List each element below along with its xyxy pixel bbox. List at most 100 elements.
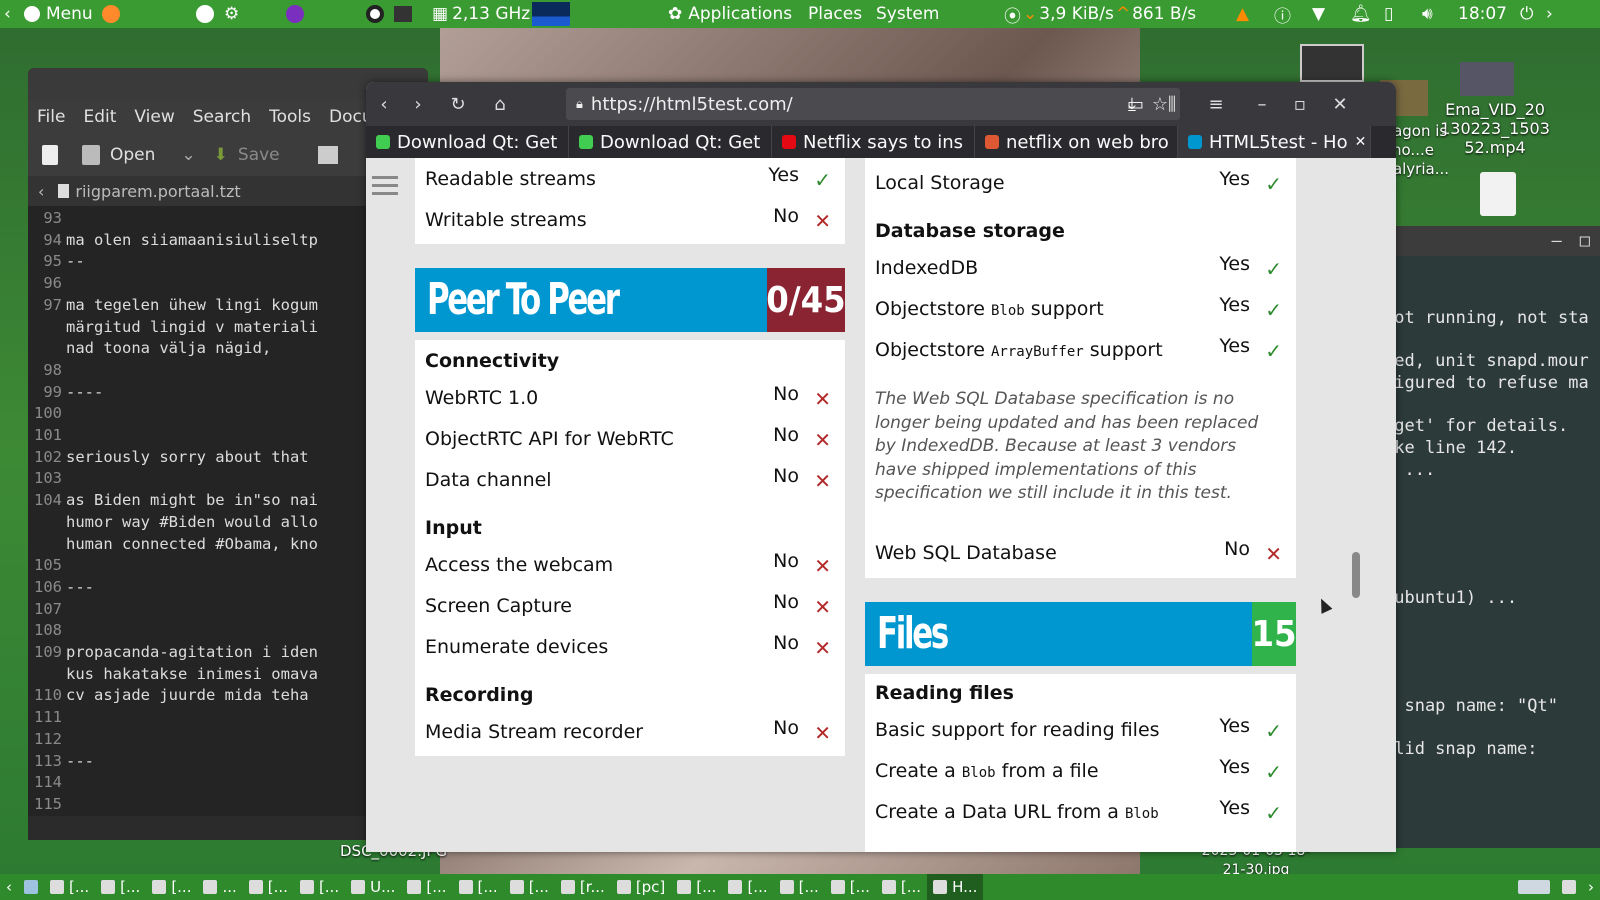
browser-tab[interactable]: Download Qt: Get bbox=[569, 126, 772, 158]
video-thumbnail-icon[interactable] bbox=[1300, 44, 1364, 82]
url-bar[interactable]: 🔒︎ https://html5test.com/ ▭ ☆ bbox=[566, 88, 1180, 120]
taskbar-item-label: [... bbox=[900, 878, 922, 896]
firefox-window[interactable]: ‹ › ↻ ⌂ 🔒︎ https://html5test.com/ ▭ ☆ ⤓ … bbox=[366, 82, 1396, 852]
applications-menu[interactable]: ✿ Applications bbox=[668, 0, 792, 28]
launcher-a-icon[interactable] bbox=[196, 0, 214, 28]
document-icon[interactable] bbox=[1480, 172, 1516, 216]
page-content[interactable]: Readable streams Yes ✓ Writable streams … bbox=[366, 158, 1396, 852]
chevron-left-icon[interactable]: ‹ bbox=[0, 874, 18, 900]
taskbar-item[interactable]: [... bbox=[722, 874, 773, 900]
browser-tab[interactable]: HTML5test - Ho ✕ bbox=[1178, 126, 1371, 158]
tray-info-icon[interactable]: ⓘ bbox=[1274, 0, 1291, 28]
line-number bbox=[28, 338, 66, 360]
hamburger-menu-icon[interactable]: ≡ bbox=[1200, 90, 1232, 118]
chevron-left-icon[interactable]: ‹ bbox=[38, 182, 44, 201]
print-icon[interactable] bbox=[317, 146, 338, 164]
back-button[interactable]: ‹ bbox=[368, 90, 400, 118]
launcher-settings-icon[interactable]: ⚙ bbox=[224, 0, 239, 28]
menu-file[interactable]: File bbox=[37, 107, 65, 127]
new-file-icon[interactable] bbox=[42, 145, 58, 165]
network-monitor[interactable]: ⦿ ⌄ 3,9 KiB/s ^ 861 B/s bbox=[1004, 0, 1196, 28]
menu-tools[interactable]: Tools bbox=[269, 107, 311, 127]
launcher-opera-icon[interactable] bbox=[366, 0, 384, 28]
feature-label: Enumerate devices bbox=[425, 636, 609, 658]
taskbar-item[interactable]: [pc] bbox=[611, 874, 671, 900]
maximize-window-icon[interactable]: ▫ bbox=[1284, 90, 1316, 118]
taskbar-item[interactable]: [... bbox=[95, 874, 146, 900]
show-desktop-button[interactable] bbox=[18, 874, 44, 900]
browser-navbar: ‹ › ↻ ⌂ 🔒︎ https://html5test.com/ ▭ ☆ ⤓ … bbox=[366, 82, 1396, 126]
battery-icon[interactable]: ▯ bbox=[1384, 0, 1393, 28]
volume-icon[interactable]: 🔊︎ bbox=[1422, 0, 1433, 28]
taskbar-item[interactable]: [... bbox=[774, 874, 825, 900]
chevron-left-icon[interactable]: ‹ bbox=[4, 0, 11, 28]
chevron-right-icon[interactable]: › bbox=[1582, 874, 1600, 900]
menu-edit[interactable]: Edit bbox=[83, 107, 116, 127]
menu-search[interactable]: Search bbox=[193, 107, 251, 127]
notifications-icon[interactable]: 🔔︎ bbox=[1350, 0, 1372, 28]
firefox-launcher-icon[interactable] bbox=[102, 0, 120, 28]
workspace-switcher[interactable] bbox=[1512, 874, 1556, 900]
wifi-status-icon[interactable]: ▼ bbox=[1312, 0, 1325, 28]
window-icon bbox=[677, 880, 692, 894]
browser-tab[interactable]: netflix on web bro bbox=[975, 126, 1178, 158]
taskbar-item[interactable]: [... bbox=[294, 874, 345, 900]
taskbar-item[interactable]: ... bbox=[197, 874, 242, 900]
taskbar-item[interactable]: U... bbox=[345, 874, 401, 900]
trash-icon[interactable] bbox=[1556, 874, 1582, 900]
forward-button[interactable]: › bbox=[402, 90, 434, 118]
taskbar-item[interactable]: [... bbox=[825, 874, 876, 900]
save-button[interactable]: Save bbox=[238, 145, 280, 165]
vlc-icon[interactable]: ▲ bbox=[1236, 0, 1249, 28]
firefox-icon bbox=[102, 5, 120, 23]
system-menu[interactable]: System bbox=[876, 0, 939, 28]
downloads-icon[interactable]: ⤓ bbox=[1116, 90, 1148, 118]
menu-button[interactable]: Menu bbox=[24, 0, 93, 28]
save-icon[interactable]: ⬇ bbox=[214, 145, 228, 165]
window-icon bbox=[299, 880, 314, 894]
cpu-monitor[interactable]: ▦ 2,13 GHz bbox=[432, 0, 530, 28]
places-menu[interactable]: Places bbox=[808, 0, 862, 28]
taskbar-item[interactable]: [... bbox=[876, 874, 927, 900]
clock[interactable]: 18:07 bbox=[1458, 0, 1507, 28]
video-thumbnail-icon-2[interactable] bbox=[1460, 62, 1514, 96]
maximize-icon[interactable]: □ bbox=[1580, 231, 1590, 251]
feature-label: Local Storage bbox=[875, 172, 1005, 194]
power-icon[interactable]: ⏻ bbox=[1520, 0, 1533, 28]
menu-view[interactable]: View bbox=[134, 107, 174, 127]
open-button[interactable]: Open bbox=[110, 145, 155, 165]
cross-icon: ✕ bbox=[814, 636, 831, 660]
tab-close-icon[interactable]: ✕ bbox=[1355, 134, 1370, 150]
file-tab[interactable]: riigparem.portaal.tzt bbox=[58, 182, 241, 201]
launcher-terminal-icon[interactable] bbox=[394, 0, 412, 28]
close-window-icon[interactable]: ✕ bbox=[1324, 90, 1356, 118]
browser-tab[interactable]: Download Qt: Get bbox=[366, 126, 569, 158]
open-icon[interactable] bbox=[82, 145, 100, 165]
chevron-right-icon[interactable]: › bbox=[1546, 0, 1553, 28]
terminal-window[interactable]: – □ not running, not sta sed, unit snapd… bbox=[1378, 226, 1600, 848]
browser-tab[interactable]: Netflix says to ins bbox=[772, 126, 975, 158]
taskbar-item-label: [... bbox=[267, 878, 288, 896]
taskbar-item[interactable]: [... bbox=[504, 874, 555, 900]
line-number: 113 bbox=[34, 751, 62, 770]
library-icon[interactable]: ⫼ bbox=[1156, 90, 1188, 118]
home-button[interactable]: ⌂ bbox=[484, 90, 516, 118]
taskbar: ‹ [... [... [...... [... [... U... [... [... [..… bbox=[0, 874, 1600, 900]
desktop-file-video[interactable]: Ema_VID_20130223_150352.mp4 bbox=[1440, 100, 1550, 157]
minimize-window-icon[interactable]: – bbox=[1246, 90, 1278, 118]
launcher-purple-icon[interactable] bbox=[286, 0, 304, 28]
taskbar-item[interactable]: H... bbox=[927, 874, 984, 900]
taskbar-item[interactable]: [... bbox=[453, 874, 504, 900]
taskbar-item[interactable]: [... bbox=[671, 874, 722, 900]
hamburger-icon[interactable] bbox=[372, 176, 398, 195]
minimize-icon[interactable]: – bbox=[1552, 231, 1562, 251]
page-scrollbar[interactable] bbox=[1352, 552, 1360, 598]
p2p-card: Connectivity WebRTC 1.0 No ✕ ObjectRTC A… bbox=[415, 340, 845, 756]
taskbar-item[interactable]: [... bbox=[44, 874, 95, 900]
reload-button[interactable]: ↻ bbox=[442, 90, 474, 118]
taskbar-item[interactable]: [r... bbox=[555, 874, 611, 900]
taskbar-item[interactable]: [... bbox=[401, 874, 452, 900]
taskbar-item[interactable]: [... bbox=[146, 874, 197, 900]
chevron-down-icon[interactable]: ⌄ bbox=[181, 145, 195, 165]
taskbar-item[interactable]: [... bbox=[243, 874, 294, 900]
